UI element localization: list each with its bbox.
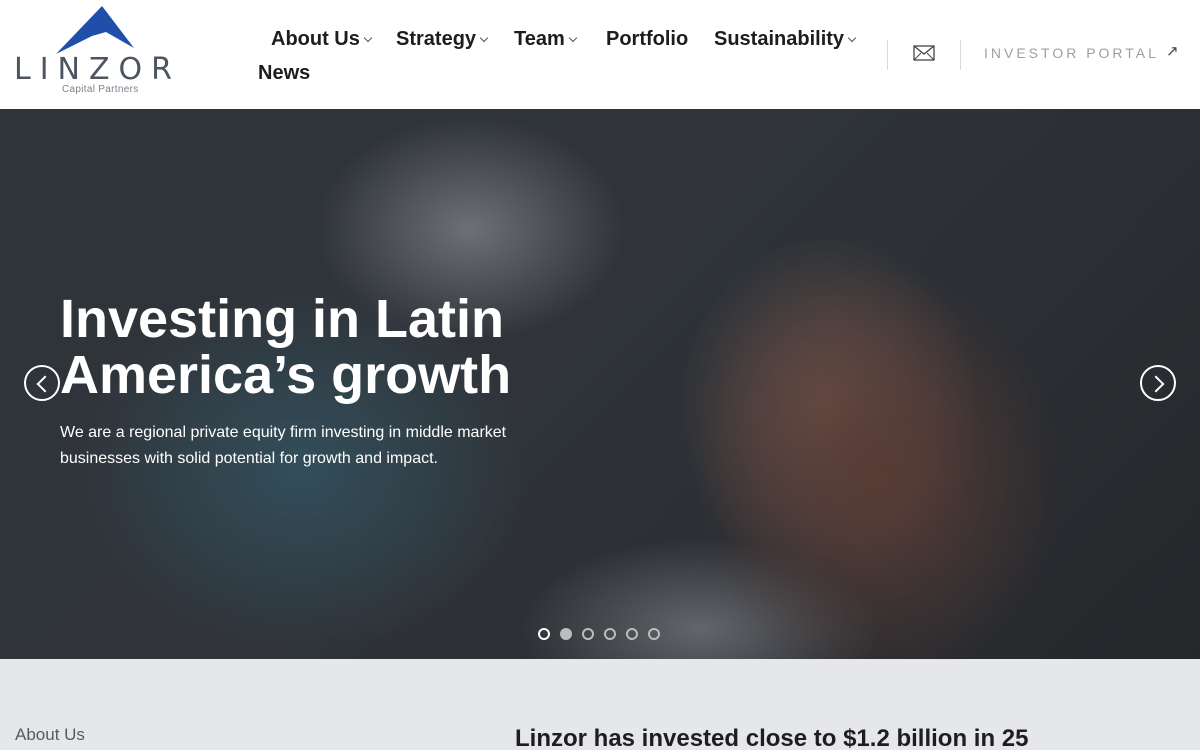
nav-label: About Us	[271, 28, 360, 50]
investor-portal-link[interactable]: INVESTOR PORTAL	[984, 45, 1159, 61]
nav-news[interactable]: News	[258, 62, 310, 85]
section-heading: Linzor has invested close to $1.2 billio…	[515, 725, 1029, 750]
nav-label: News	[258, 62, 311, 84]
nav-about-us[interactable]: About Us	[271, 28, 373, 51]
carousel-dots	[538, 628, 660, 640]
nav-strategy[interactable]: Strategy	[396, 28, 489, 51]
hero-carousel: Investing in Latin America’s growth We a…	[0, 109, 1200, 659]
nav-label: Team	[514, 28, 565, 50]
carousel-dot[interactable]	[560, 628, 572, 640]
nav-label: Strategy	[396, 28, 477, 50]
chevron-left-icon[interactable]	[24, 365, 60, 401]
chevron-down-icon	[479, 33, 489, 42]
nav-team[interactable]: Team	[514, 28, 578, 51]
chevron-right-icon[interactable]	[1140, 365, 1176, 401]
chevron-down-icon	[847, 33, 857, 42]
nav-label: Sustainability	[714, 28, 845, 50]
nav-sustainability[interactable]: Sustainability	[714, 28, 857, 51]
mail-icon[interactable]	[913, 44, 935, 62]
hero-title: Investing in Latin America’s growth	[60, 289, 512, 405]
logo-wordmark: LINZOR	[14, 52, 182, 87]
nav-label: Portfolio	[606, 28, 689, 50]
chevron-down-icon	[568, 33, 578, 42]
carousel-dot[interactable]	[582, 628, 594, 640]
divider	[960, 40, 961, 70]
chevron-down-icon	[363, 33, 373, 42]
hero-description: We are a regional private equity firm in…	[60, 424, 507, 467]
site-header: LINZOR Capital Partners About Us Strateg…	[0, 0, 1200, 109]
logo-subtitle: Capital Partners	[62, 84, 139, 95]
nav-portfolio[interactable]: Portfolio	[606, 28, 688, 51]
mountain-logo-icon	[56, 6, 134, 54]
linzor-logo[interactable]: LINZOR Capital Partners	[14, 6, 194, 98]
divider	[887, 40, 888, 70]
carousel-dot[interactable]	[604, 628, 616, 640]
carousel-dot[interactable]	[626, 628, 638, 640]
section-label: About Us	[15, 725, 85, 744]
carousel-dot[interactable]	[648, 628, 660, 640]
carousel-dot[interactable]	[538, 628, 550, 640]
external-link-arrow-icon[interactable]: ↗	[1166, 42, 1179, 60]
about-section: About Us Linzor has invested close to $1…	[0, 659, 1200, 750]
